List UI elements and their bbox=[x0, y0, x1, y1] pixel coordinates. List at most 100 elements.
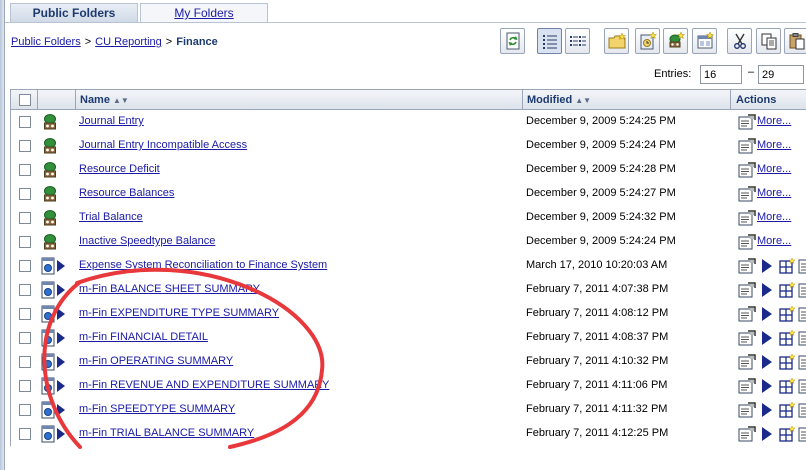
entries-from-input[interactable] bbox=[700, 65, 742, 84]
view-output-icon[interactable] bbox=[797, 306, 806, 325]
modified-column-header[interactable]: Modified ▲▼ bbox=[527, 90, 591, 110]
entry-name-link[interactable]: Journal Entry Incompatible Access bbox=[79, 139, 247, 151]
open-in-studio-icon[interactable] bbox=[779, 401, 796, 421]
package-icon[interactable] bbox=[41, 161, 59, 182]
open-in-studio-icon[interactable] bbox=[779, 353, 796, 373]
row-checkbox[interactable] bbox=[19, 116, 31, 128]
properties-icon[interactable] bbox=[738, 114, 756, 133]
run-with-options-icon[interactable] bbox=[761, 259, 773, 276]
view-output-icon[interactable] bbox=[797, 258, 806, 277]
run-with-options-icon[interactable] bbox=[761, 331, 773, 348]
details-view-button[interactable] bbox=[537, 28, 562, 54]
open-in-studio-icon[interactable] bbox=[779, 377, 796, 397]
view-output-icon[interactable] bbox=[797, 426, 806, 445]
run-with-options-icon[interactable] bbox=[761, 427, 773, 444]
row-checkbox[interactable] bbox=[19, 356, 31, 368]
open-in-studio-icon[interactable] bbox=[779, 281, 796, 301]
view-output-icon[interactable] bbox=[797, 402, 806, 421]
entry-name-link[interactable]: Trial Balance bbox=[79, 211, 143, 223]
run-report-icon[interactable] bbox=[57, 428, 65, 443]
package-icon[interactable] bbox=[41, 113, 59, 134]
paste-button[interactable] bbox=[784, 28, 806, 54]
row-checkbox[interactable] bbox=[19, 260, 31, 272]
new-page-button[interactable] bbox=[692, 28, 717, 54]
entry-name-link[interactable]: Journal Entry bbox=[79, 115, 144, 127]
new-package-button[interactable] bbox=[663, 28, 688, 54]
properties-icon[interactable] bbox=[738, 258, 756, 277]
properties-icon[interactable] bbox=[738, 378, 756, 397]
select-all-checkbox[interactable] bbox=[19, 94, 31, 106]
run-report-icon[interactable] bbox=[57, 260, 65, 275]
package-icon[interactable] bbox=[41, 137, 59, 158]
row-checkbox[interactable] bbox=[19, 428, 31, 440]
report-icon[interactable] bbox=[41, 401, 55, 422]
run-with-options-icon[interactable] bbox=[761, 355, 773, 372]
row-checkbox[interactable] bbox=[19, 404, 31, 416]
run-report-icon[interactable] bbox=[57, 404, 65, 419]
entry-name-link[interactable]: m-Fin REVENUE AND EXPENDITURE SUMMARY bbox=[79, 379, 329, 391]
report-icon[interactable] bbox=[41, 305, 55, 326]
row-checkbox[interactable] bbox=[19, 212, 31, 224]
breadcrumb-public-folders[interactable]: Public Folders bbox=[11, 36, 81, 48]
properties-icon[interactable] bbox=[738, 402, 756, 421]
row-checkbox[interactable] bbox=[19, 140, 31, 152]
properties-icon[interactable] bbox=[738, 162, 756, 181]
name-column-header[interactable]: Name ▲▼ bbox=[80, 90, 129, 110]
copy-button[interactable] bbox=[756, 28, 781, 54]
report-icon[interactable] bbox=[41, 281, 55, 302]
properties-icon[interactable] bbox=[738, 354, 756, 373]
view-output-icon[interactable] bbox=[797, 330, 806, 349]
report-icon[interactable] bbox=[41, 377, 55, 398]
properties-icon[interactable] bbox=[738, 330, 756, 349]
entries-to-input[interactable] bbox=[758, 65, 804, 84]
entry-name-link[interactable]: Expense System Reconciliation to Finance… bbox=[79, 259, 327, 271]
properties-icon[interactable] bbox=[738, 186, 756, 205]
entry-name-link[interactable]: m-Fin OPERATING SUMMARY bbox=[79, 355, 233, 367]
properties-icon[interactable] bbox=[738, 282, 756, 301]
properties-icon[interactable] bbox=[738, 234, 756, 253]
more-actions-link[interactable]: More... bbox=[757, 187, 791, 199]
run-report-icon[interactable] bbox=[57, 308, 65, 323]
properties-icon[interactable] bbox=[738, 306, 756, 325]
entry-name-link[interactable]: m-Fin TRIAL BALANCE SUMMARY bbox=[79, 427, 254, 439]
new-folder-button[interactable] bbox=[604, 28, 629, 54]
open-in-studio-icon[interactable] bbox=[779, 329, 796, 349]
view-output-icon[interactable] bbox=[797, 378, 806, 397]
run-with-options-icon[interactable] bbox=[761, 283, 773, 300]
entry-name-link[interactable]: Resource Balances bbox=[79, 187, 174, 199]
run-report-icon[interactable] bbox=[57, 356, 65, 371]
entry-name-link[interactable]: m-Fin SPEEDTYPE SUMMARY bbox=[79, 403, 235, 415]
run-with-options-icon[interactable] bbox=[761, 307, 773, 324]
more-actions-link[interactable]: More... bbox=[757, 139, 791, 151]
breadcrumb-cu-reporting[interactable]: CU Reporting bbox=[95, 36, 162, 48]
run-report-icon[interactable] bbox=[57, 332, 65, 347]
more-actions-link[interactable]: More... bbox=[757, 115, 791, 127]
open-in-studio-icon[interactable] bbox=[779, 425, 796, 445]
run-with-options-icon[interactable] bbox=[761, 403, 773, 420]
report-icon[interactable] bbox=[41, 353, 55, 374]
row-checkbox[interactable] bbox=[19, 308, 31, 320]
run-with-options-icon[interactable] bbox=[761, 379, 773, 396]
refresh-button[interactable] bbox=[500, 28, 525, 54]
open-in-studio-icon[interactable] bbox=[779, 257, 796, 277]
more-actions-link[interactable]: More... bbox=[757, 235, 791, 247]
row-checkbox[interactable] bbox=[19, 164, 31, 176]
properties-icon[interactable] bbox=[738, 210, 756, 229]
entry-name-link[interactable]: m-Fin EXPENDITURE TYPE SUMMARY bbox=[79, 307, 279, 319]
report-icon[interactable] bbox=[41, 257, 55, 278]
report-icon[interactable] bbox=[41, 425, 55, 446]
package-icon[interactable] bbox=[41, 233, 59, 254]
row-checkbox[interactable] bbox=[19, 284, 31, 296]
entry-name-link[interactable]: m-Fin FINANCIAL DETAIL bbox=[79, 331, 208, 343]
tab-my-folders[interactable]: My Folders bbox=[140, 3, 268, 23]
run-report-icon[interactable] bbox=[57, 284, 65, 299]
entry-name-link[interactable]: Resource Deficit bbox=[79, 163, 160, 175]
row-checkbox[interactable] bbox=[19, 236, 31, 248]
tab-public-folders[interactable]: Public Folders bbox=[10, 3, 138, 23]
more-actions-link[interactable]: More... bbox=[757, 211, 791, 223]
cut-button[interactable] bbox=[727, 28, 752, 54]
properties-icon[interactable] bbox=[738, 138, 756, 157]
report-icon[interactable] bbox=[41, 329, 55, 350]
row-checkbox[interactable] bbox=[19, 332, 31, 344]
new-job-button[interactable] bbox=[635, 28, 660, 54]
